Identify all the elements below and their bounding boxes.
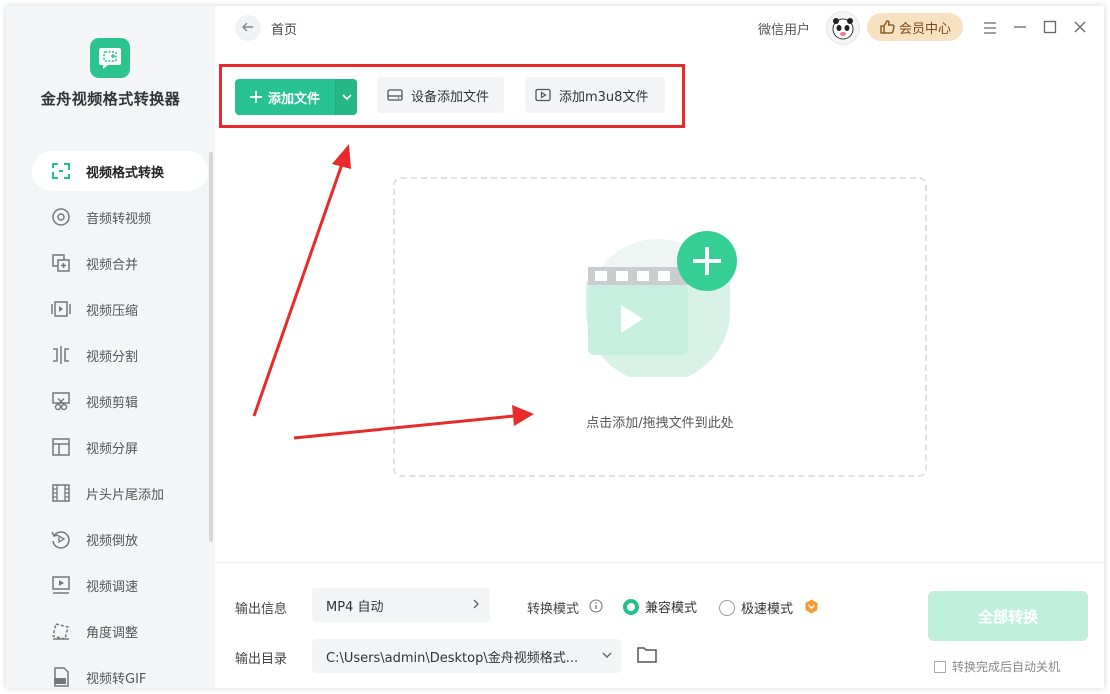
video-file-icon: [535, 88, 551, 102]
output-format-value: MP4 自动: [326, 599, 384, 615]
maximize-button[interactable]: [1040, 18, 1060, 38]
app-title: 金舟视频格式转换器: [40, 90, 181, 108]
breadcrumb[interactable]: 首页: [271, 19, 297, 38]
mode-fast-radio[interactable]: 极速模式: [719, 598, 793, 617]
convert-all-button[interactable]: 全部转换: [928, 591, 1088, 641]
vip-badge-icon: [804, 599, 819, 614]
sidebar-scrollbar[interactable]: [209, 152, 213, 542]
sidebar-item-video-to-gif[interactable]: 视频转GIF: [32, 654, 208, 688]
sidebar-item-label: 视频压缩: [86, 303, 139, 319]
add-file-button[interactable]: 添加文件: [235, 79, 357, 115]
output-dir-select[interactable]: C:\Users\admin\Desktop\金舟视频格式...: [312, 639, 621, 673]
output-dir-value: C:\Users\admin\Desktop\金舟视频格式...: [326, 650, 579, 666]
sidebar-item-video-reverse[interactable]: 视频倒放: [32, 516, 208, 562]
thumbs-up-icon: [879, 19, 895, 35]
back-button[interactable]: [235, 15, 261, 41]
app-logo-icon: [90, 38, 130, 78]
maximize-icon: [1043, 19, 1057, 38]
add-file-main[interactable]: 添加文件: [235, 79, 335, 115]
vip-center-button[interactable]: 会员中心: [867, 13, 963, 41]
device-add-file-label: 设备添加文件: [411, 89, 490, 105]
radio-dot: [623, 598, 639, 615]
split-icon: [50, 344, 72, 366]
hard-drive-icon: [387, 88, 403, 102]
device-add-file-button[interactable]: 设备添加文件: [377, 77, 504, 113]
speed-icon: [50, 574, 72, 596]
chevron-down-icon: [601, 648, 613, 666]
output-format-select[interactable]: MP4 自动: [312, 588, 490, 622]
close-icon: [1073, 19, 1087, 38]
sidebar-item-label: 角度调整: [86, 625, 139, 641]
sidebar-item-intro-outro[interactable]: 片头片尾添加: [32, 470, 208, 516]
sidebar-item-video-speed[interactable]: 视频调速: [32, 562, 208, 608]
sidebar-item-label: 视频分屏: [86, 441, 139, 457]
gif-icon: [50, 666, 72, 688]
add-m3u8-button[interactable]: 添加m3u8文件: [525, 77, 665, 113]
minimize-button[interactable]: [1010, 18, 1030, 38]
drop-hint: 点击添加/拖拽文件到此处: [586, 416, 734, 431]
sidebar-item-video-convert[interactable]: 视频格式转换: [32, 151, 208, 191]
sidebar-item-audio-to-video[interactable]: 音频转视频: [32, 194, 208, 240]
disc-icon: [50, 206, 72, 228]
bottom-panel: 输出信息 MP4 自动 转换模式 兼容模式 极速模式 输出目录 C:\Users…: [215, 562, 1104, 688]
auto-shutdown-checkbox[interactable]: 转换完成后自动关机: [934, 658, 1060, 675]
user-name[interactable]: 微信用户: [758, 19, 810, 38]
panda-avatar-icon: [832, 18, 854, 40]
sidebar-item-angle-adjust[interactable]: 角度调整: [32, 608, 208, 654]
topbar: 首页 微信用户 会员中心: [215, 6, 1104, 52]
mode-fast-label: 极速模式: [741, 602, 794, 617]
avatar[interactable]: [826, 11, 860, 45]
close-button[interactable]: [1070, 18, 1090, 38]
sidebar-item-video-edit[interactable]: 视频剪辑: [32, 378, 208, 424]
sidebar-item-video-merge[interactable]: 视频合并: [32, 240, 208, 286]
app-window: 金舟视频格式转换器 视频格式转换 音频转视频 视频合并 视频压缩 视频分割 视频…: [6, 6, 1104, 688]
arrow-head-up-icon: [332, 144, 351, 169]
sidebar-item-label: 视频分割: [86, 349, 139, 365]
drop-zone[interactable]: 点击添加/拖拽文件到此处: [393, 177, 927, 477]
output-dir-label: 输出目录: [235, 652, 288, 667]
layout-icon: [50, 436, 72, 458]
arrow-left-icon: [241, 19, 255, 38]
menu-button[interactable]: [980, 18, 1000, 38]
add-file-dropdown[interactable]: [335, 79, 357, 115]
sidebar-item-label: 视频格式转换: [86, 165, 165, 181]
sidebar-item-label: 视频调速: [86, 579, 139, 595]
sidebar-item-label: 视频合并: [86, 257, 139, 273]
sidebar-item-label: 视频倒放: [86, 533, 139, 549]
sidebar-item-video-split[interactable]: 视频分割: [32, 332, 208, 378]
scissors-icon: [50, 390, 72, 412]
sidebar-item-label: 视频剪辑: [86, 395, 139, 411]
convert-icon: [50, 160, 72, 182]
hamburger-icon: [983, 19, 997, 38]
sidebar-nav: 视频格式转换 音频转视频 视频合并 视频压缩 视频分割 视频剪辑 视频分屏 片头…: [32, 148, 208, 688]
film-icon: [50, 482, 72, 504]
add-m3u8-label: 添加m3u8文件: [559, 89, 649, 105]
mode-label: 转换模式: [527, 602, 580, 617]
reverse-icon: [50, 528, 72, 550]
sidebar-item-label: 音频转视频: [86, 211, 152, 227]
info-icon[interactable]: [589, 599, 603, 613]
add-file-label: 添加文件: [267, 91, 320, 107]
minimize-icon: [1013, 19, 1027, 38]
sidebar: 金舟视频格式转换器 视频格式转换 音频转视频 视频合并 视频压缩 视频分割 视频…: [6, 6, 215, 688]
rotate-icon: [50, 620, 72, 642]
mode-compat-label: 兼容模式: [645, 601, 698, 616]
mode-compat-radio[interactable]: 兼容模式: [623, 597, 697, 616]
sidebar-item-split-screen[interactable]: 视频分屏: [32, 424, 208, 470]
auto-shutdown-label: 转换完成后自动关机: [952, 660, 1061, 674]
chevron-right-icon: [470, 597, 482, 615]
sidebar-item-label: 片头片尾添加: [86, 487, 165, 503]
radio-dot: [719, 599, 735, 616]
output-info-label: 输出信息: [235, 602, 288, 617]
checkbox-box: [934, 660, 946, 673]
chevron-down-icon: [341, 90, 352, 105]
add-video-illustration-icon: [586, 231, 737, 377]
folder-icon[interactable]: [636, 645, 658, 665]
sidebar-item-video-compress[interactable]: 视频压缩: [32, 286, 208, 332]
merge-icon: [50, 252, 72, 274]
sidebar-item-label: 视频转GIF: [86, 671, 147, 687]
plus-icon: [249, 91, 262, 103]
compress-icon: [50, 298, 72, 320]
vip-center-label: 会员中心: [898, 21, 951, 37]
